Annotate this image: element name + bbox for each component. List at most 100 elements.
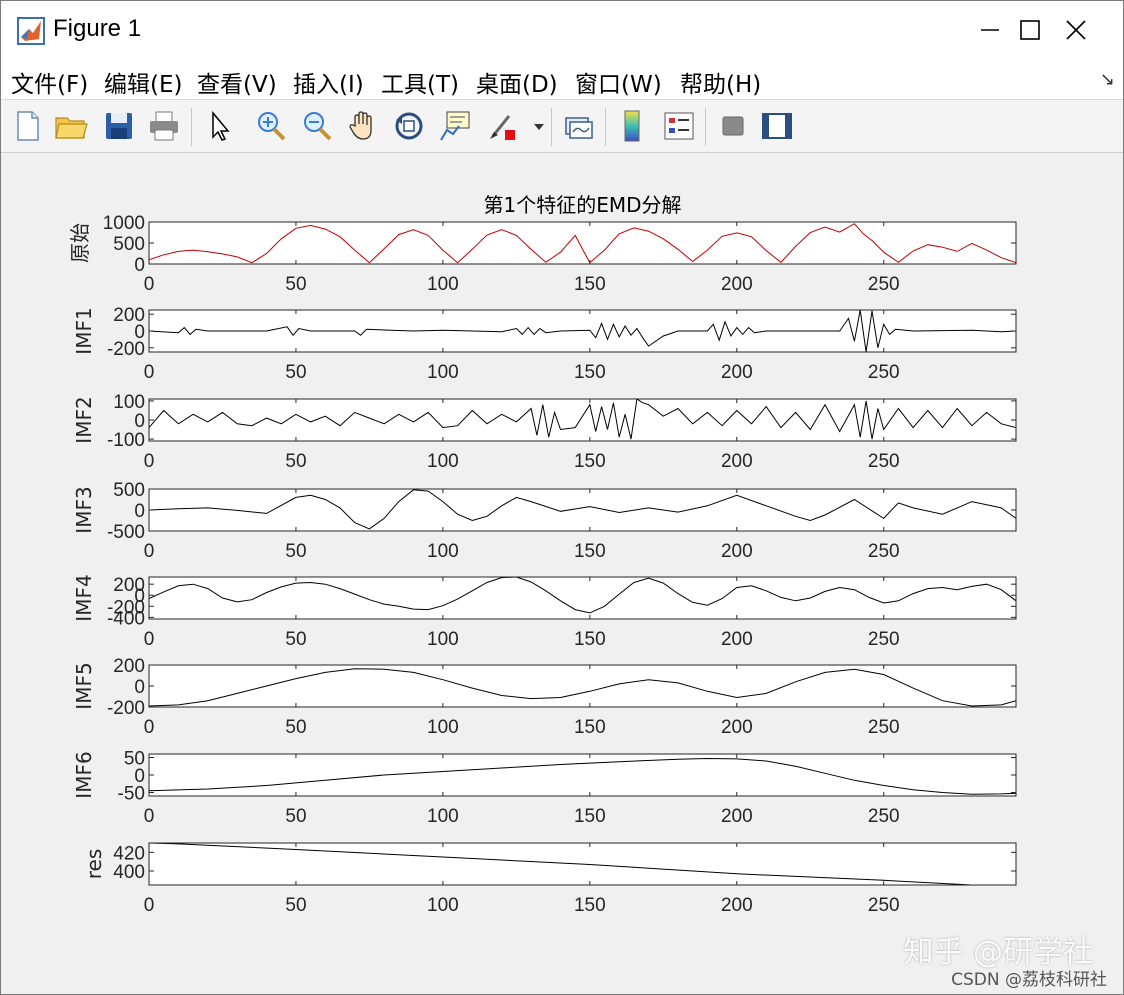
y-tick-label: 50 [124,749,145,770]
close-button[interactable] [1053,9,1099,51]
title-bar: Figure 1 [1,1,1123,59]
chart-title: 第1个特征的EMD分解 [483,193,681,217]
colorbar-icon[interactable] [615,108,651,144]
y-axis-label: IMF3 [72,486,96,533]
subplot-2: 0 50 100 150 200 250-2000200IMF1 [72,305,1017,383]
figure-toolbar [1,100,1123,153]
open-file-icon[interactable] [53,108,89,144]
y-axis-label: IMF1 [72,307,96,354]
print-icon[interactable] [146,108,182,144]
menu-help[interactable]: 帮助(H) [680,65,761,99]
x-tick-label: 200 [721,895,753,916]
x-tick-label: 0 [144,451,155,472]
x-tick-label: 200 [721,629,753,650]
x-tick-label: 150 [574,274,606,295]
brush-icon[interactable] [485,108,521,144]
x-tick-label: 0 [144,541,155,562]
y-axis-label: 原始 [68,223,92,263]
x-tick-label: 50 [285,274,306,295]
toolbar-separator [191,108,192,146]
legend-icon[interactable] [661,108,697,144]
y-tick-label: 1000 [103,213,145,234]
close-icon [1066,20,1086,40]
menu-desktop[interactable]: 桌面(D) [476,65,558,99]
x-tick-label: 200 [721,274,753,295]
x-tick-label: 150 [574,362,606,383]
x-tick-label: 0 [144,362,155,383]
x-tick-label: 200 [721,806,753,827]
x-tick-label: 0 [144,895,155,916]
emd-plot: 第1个特征的EMD分解0 50 100 150 200 25005001000原始0 50 1… [68,193,1017,916]
axes-background [149,577,1016,619]
subplot-4: 0 50 100 150 200 250-5000500IMF3 [72,480,1017,562]
y-tick-label: 0 [134,677,145,698]
x-tick-label: 250 [868,362,900,383]
dock-arrow-icon[interactable]: ↘ [1100,69,1115,90]
y-tick-label: 420 [113,843,145,864]
pan-hand-icon[interactable] [345,108,381,144]
x-tick-label: 250 [868,629,900,650]
x-tick-label: 100 [427,451,459,472]
axes-background [149,222,1016,264]
axes-background [149,754,1016,796]
x-tick-label: 150 [574,451,606,472]
y-tick-label: 0 [134,501,145,522]
menu-insert[interactable]: 插入(I) [293,65,364,99]
select-arrow-icon[interactable] [201,108,237,144]
y-tick-label: 200 [113,656,145,677]
x-tick-label: 200 [721,717,753,738]
y-axis-label: IMF4 [72,574,96,621]
window-title: Figure 1 [53,15,142,42]
x-tick-label: 150 [574,806,606,827]
y-tick-label: 100 [113,392,145,413]
subplot-6: 0 50 100 150 200 250-2000200IMF5 [72,656,1017,738]
hide-plot-tools-icon[interactable] [715,108,751,144]
y-tick-label: 200 [113,575,145,596]
subplot-7: 0 50 100 150 200 250-50050IMF6 [72,749,1017,827]
x-tick-label: 100 [427,541,459,562]
menu-view[interactable]: 查看(V) [197,65,277,99]
toolbar-separator [551,108,552,146]
menu-bar: 文件(F) 编辑(E) 查看(V) 插入(I) 工具(T) 桌面(D) 窗口(W… [1,59,1123,100]
menu-edit[interactable]: 编辑(E) [104,65,182,99]
y-tick-label: -500 [107,522,145,543]
x-tick-label: 200 [721,451,753,472]
zoom-out-icon[interactable] [299,108,335,144]
x-tick-label: 150 [574,629,606,650]
toolbar-separator [705,108,706,146]
link-plot-icon[interactable] [561,108,597,144]
brush-dropdown-icon[interactable] [531,108,547,144]
menu-file[interactable]: 文件(F) [11,65,88,99]
data-cursor-icon[interactable] [437,108,473,144]
x-tick-label: 50 [285,541,306,562]
x-tick-label: 150 [574,895,606,916]
x-tick-label: 250 [868,806,900,827]
show-plot-tools-icon[interactable] [759,108,795,144]
save-icon[interactable] [101,108,137,144]
subplot-5: 0 50 100 150 200 250-400-2000200IMF4 [72,574,1017,650]
y-tick-label: -100 [107,430,145,451]
menu-tools[interactable]: 工具(T) [381,65,459,99]
x-tick-label: 50 [285,806,306,827]
figure-canvas[interactable]: 第1个特征的EMD分解 0 50 100 150 200 250 0 500 1000 原始 0 50 1… [1,153,1123,994]
y-tick-label: 0 [134,255,145,276]
x-tick-label: 200 [721,541,753,562]
x-tick-label: 100 [427,629,459,650]
x-tick-label: 100 [427,274,459,295]
subplot-1: 0 50 100 150 200 25005001000原始 [68,213,1017,295]
x-tick-label: 100 [427,806,459,827]
x-tick-label: 250 [868,541,900,562]
rotate-3d-icon[interactable] [391,108,427,144]
y-axis-label: res [82,849,106,880]
x-tick-label: 250 [868,717,900,738]
axes-background [149,399,1016,441]
new-figure-icon[interactable] [9,108,45,144]
x-tick-label: 50 [285,362,306,383]
x-tick-label: 100 [427,362,459,383]
x-tick-label: 0 [144,274,155,295]
matlab-logo-icon [17,17,45,45]
y-tick-label: -200 [107,698,145,719]
zoom-in-icon[interactable] [253,108,289,144]
maximize-button[interactable] [1007,9,1053,51]
menu-window[interactable]: 窗口(W) [575,65,662,99]
